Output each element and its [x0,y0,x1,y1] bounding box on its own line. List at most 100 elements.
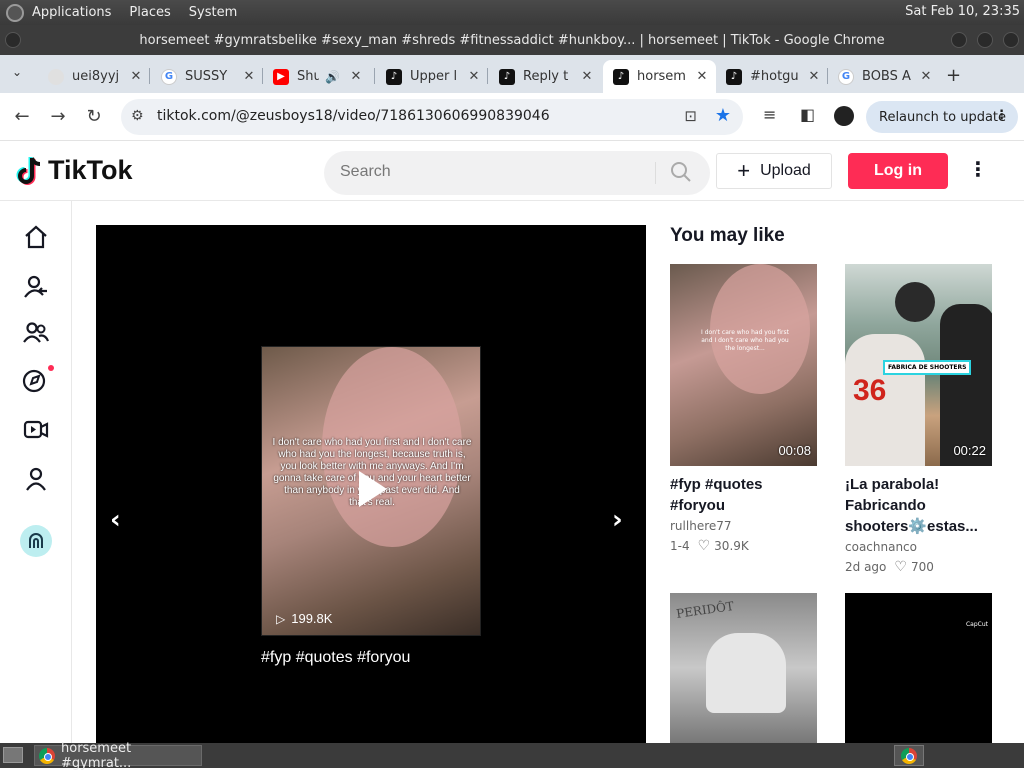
close-tab-icon[interactable]: ✕ [241,69,257,84]
recommended-video-card[interactable]: PERIDÔT [670,593,817,743]
relaunch-to-update-button[interactable]: Relaunch to update ⋮ [866,101,1018,133]
close-window-button[interactable] [1003,32,1019,48]
tab-reply[interactable]: ♪ Reply t ✕ [489,60,601,93]
bottom-taskbar: horsemeet #gymrat... [0,741,1024,771]
profile-icon[interactable] [22,465,50,493]
recommended-video-card[interactable]: CapCut [845,593,992,743]
tab-title: uei8yyj [72,69,120,84]
close-tab-icon[interactable]: ✕ [918,69,934,84]
chrome-icon [901,747,917,764]
search-input[interactable]: Search [324,151,710,195]
close-tab-icon[interactable]: ✕ [128,69,144,84]
system-menu[interactable]: System [189,5,237,20]
side-panel-icon[interactable]: ◧ [800,105,815,124]
video-player[interactable]: I don't care who had you first and I don… [96,225,646,743]
tab-bobs[interactable]: G BOBS A ✕ [828,60,940,93]
forward-arrow-icon[interactable]: → [47,106,69,127]
tab-title: BOBS A [862,69,911,84]
video-thumbnail[interactable]: 36 FABRICA DE SHOOTERS 00:22 [845,264,992,466]
home-icon[interactable] [22,223,50,251]
thumbnail-label: FABRICA DE SHOOTERS [883,360,972,375]
video-author[interactable]: rullhere77 [670,519,817,533]
close-tab-icon[interactable]: ✕ [579,69,595,84]
distro-logo-icon[interactable] [6,3,24,22]
window-title: horsemeet #gymratsbelike #sexy_man #shre… [139,32,885,48]
back-arrow-icon[interactable]: ← [11,106,33,127]
tray-chrome-icon[interactable] [894,745,924,766]
tiktok-icon: ♪ [499,68,515,85]
taskbar-chrome-window[interactable]: horsemeet #gymrat... [34,741,202,771]
clock[interactable]: Sat Feb 10, 23:35 [905,4,1020,19]
more-options-icon[interactable]: ⋮ [968,157,988,181]
heart-icon: ♡ [894,559,907,575]
places-menu[interactable]: Places [129,5,170,20]
close-tab-icon[interactable]: ✕ [694,69,710,84]
maximize-button[interactable] [977,32,993,48]
explore-icon[interactable] [22,365,54,395]
like-count: 30.9K [714,539,749,553]
heart-icon: ♡ [697,538,711,554]
minimize-button[interactable] [951,32,967,48]
video-meta: 1-4 ♡ 30.9K [670,538,817,554]
window-menu-button[interactable] [5,32,21,48]
chrome-icon [39,747,55,764]
tiktok-logo[interactable]: TikTok [16,155,133,186]
bookmark-star-icon[interactable]: ★ [715,105,731,126]
reload-icon[interactable]: ↻ [83,106,105,127]
close-tab-icon[interactable]: ✕ [806,69,822,84]
close-tab-icon[interactable]: ✕ [348,69,364,84]
speaker-icon[interactable]: 🔊 [325,70,340,84]
upload-button[interactable]: + Upload [716,153,832,189]
tiktok-wordmark: TikTok [48,155,133,185]
play-icon[interactable] [359,471,387,507]
tab-hotgu[interactable]: ♪ #hotgu ✕ [716,60,828,93]
globe-icon [48,68,64,85]
you-may-like-heading: You may like [670,225,785,246]
address-bar[interactable]: ⚙ tiktok.com/@zeusboys18/video/718613060… [121,99,743,135]
url-text[interactable]: tiktok.com/@zeusboys18/video/71861306069… [157,108,550,124]
applications-menu[interactable]: Applications [32,5,111,20]
tiktok-note-icon [16,156,41,185]
live-icon[interactable] [22,415,50,443]
tiktok-icon: ♪ [613,68,629,85]
tab-upper[interactable]: ♪ Upper l ✕ [376,60,488,93]
video-title[interactable]: #fyp #quotes #foryou [670,474,817,516]
site-settings-icon[interactable]: ⚙ [131,108,144,124]
window-titlebar[interactable]: horsemeet #gymratsbelike #sexy_man #shre… [0,25,1024,55]
video-frame[interactable]: I don't care who had you first and I don… [261,346,481,636]
next-video-arrow-icon[interactable]: › [612,505,623,535]
close-tab-icon[interactable]: ✕ [466,69,482,84]
chrome-menu-icon[interactable]: ⋮ [995,108,1008,123]
notification-dot [48,365,54,371]
tab-uei8yyj[interactable]: uei8yyj ✕ [38,60,150,93]
login-button[interactable]: Log in [848,153,948,189]
video-title[interactable]: ¡La parabola! Fabricando shooters⚙️estas… [845,474,992,537]
install-app-icon[interactable]: ⊡ [684,107,697,125]
video-thumbnail[interactable]: PERIDÔT [670,593,817,743]
tab-search-button[interactable]: ⌄ [8,65,26,83]
video-author[interactable]: coachnanco [845,540,992,554]
recommended-video-card[interactable]: 36 FABRICA DE SHOOTERS 00:22 ¡La parabol… [845,264,992,575]
tiktok-page: TikTok Search + Upload Log in ⋮ I don't … [0,141,1024,743]
video-thumbnail[interactable]: I don't care who had you first and I don… [670,264,817,466]
tab-title: Shu [297,69,319,84]
profile-avatar-icon[interactable] [834,106,854,126]
youtube-icon: ▶ [273,68,289,85]
brand-text: PERIDÔT [675,599,735,621]
tiktok-live-studio-icon[interactable] [20,525,52,557]
previous-video-arrow-icon[interactable]: ‹ [110,505,121,535]
media-control-icon[interactable]: ≡ [763,105,776,124]
tab-sussy[interactable]: G SUSSY ✕ [151,60,263,93]
capcut-watermark: CapCut [965,621,988,628]
tab-horsemeet-active[interactable]: ♪ horsem ✕ [603,60,716,93]
search-icon[interactable] [670,161,692,183]
video-caption: #fyp #quotes #foryou [261,649,411,666]
new-tab-button[interactable]: + [946,65,961,86]
show-desktop-button[interactable] [3,747,23,763]
tab-title: horsem [637,69,686,84]
friends-icon[interactable] [22,319,50,347]
tab-youtube[interactable]: ▶ Shu 🔊 ✕ [263,60,375,93]
following-icon[interactable] [22,273,50,301]
recommended-video-card[interactable]: I don't care who had you first and I don… [670,264,817,554]
video-thumbnail[interactable]: CapCut [845,593,992,743]
